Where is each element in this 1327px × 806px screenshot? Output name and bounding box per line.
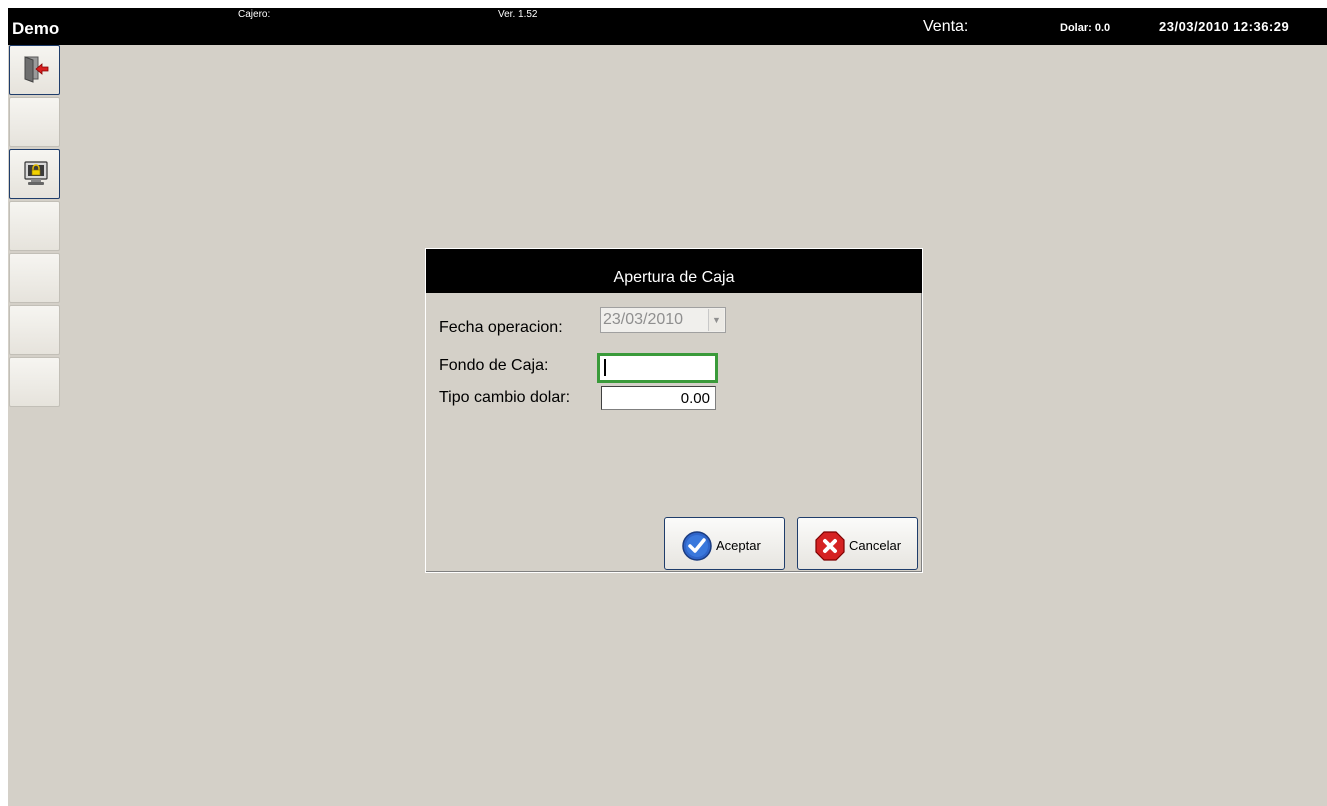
sidebar-button-5[interactable] [9, 253, 60, 303]
exit-door-icon [24, 56, 49, 83]
sidebar-button-2[interactable] [9, 97, 60, 147]
top-status-bar: Demo Cajero: Ver. 1.52 Venta: Dolar: 0.0… [8, 8, 1327, 45]
fondo-caja-input[interactable] [597, 353, 718, 383]
tipo-cambio-value: 0.00 [680, 390, 710, 407]
checkmark-icon [682, 531, 712, 561]
tipo-cambio-input[interactable]: 0.00 [601, 386, 716, 410]
lock-button[interactable] [9, 149, 60, 199]
cancelar-button[interactable]: Cancelar [797, 517, 918, 570]
aceptar-label: Aceptar [716, 538, 761, 553]
venta-label: Venta: [923, 18, 969, 35]
fecha-value: 23/03/2010 [603, 311, 684, 328]
dialog-title: Apertura de Caja [426, 249, 922, 293]
fecha-dropdown[interactable]: 23/03/2010 ▼ [600, 307, 726, 333]
datetime: 23/03/2010 12:36:29 [1159, 19, 1290, 34]
apertura-dialog: Apertura de Caja Fecha operacion: 23/03/… [425, 248, 923, 573]
lock-screen-icon [24, 161, 48, 185]
dolar-rate: Dolar: 0.0 [1060, 22, 1111, 34]
cancel-x-icon [815, 531, 845, 561]
text-caret [604, 359, 606, 376]
chevron-down-icon[interactable]: ▼ [708, 309, 724, 331]
exit-button[interactable] [9, 45, 60, 95]
sidebar-button-4[interactable] [9, 201, 60, 251]
cajero-label: Cajero: [238, 9, 271, 20]
sidebar-button-7[interactable] [9, 357, 60, 407]
fecha-label: Fecha operacion: [439, 319, 563, 336]
aceptar-button[interactable]: Aceptar [664, 517, 785, 570]
version-label: Ver. 1.52 [498, 9, 538, 20]
sidebar-button-6[interactable] [9, 305, 60, 355]
cancelar-label: Cancelar [849, 538, 902, 553]
app-title: Demo [12, 19, 60, 38]
app-window: Demo Cajero: Ver. 1.52 Venta: Dolar: 0.0… [8, 8, 1327, 806]
tipo-cambio-label: Tipo cambio dolar: [439, 389, 571, 406]
fondo-label: Fondo de Caja: [439, 357, 549, 374]
